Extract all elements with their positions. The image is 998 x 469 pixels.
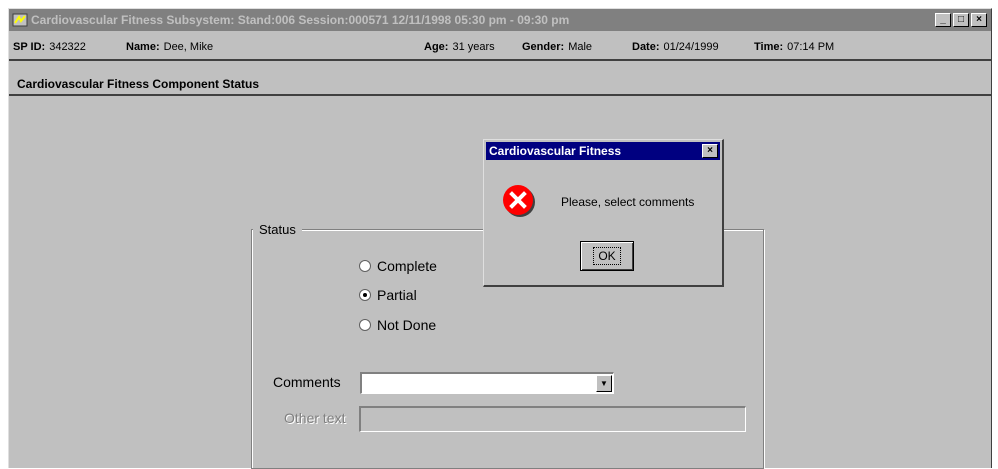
radio-partial-circle[interactable]	[359, 289, 371, 301]
radio-not-done-circle[interactable]	[359, 319, 371, 331]
radio-not-done-label: Not Done	[377, 317, 437, 333]
close-button[interactable]: ×	[971, 13, 987, 27]
app-icon	[12, 13, 28, 27]
radio-partial[interactable]: Partial	[359, 286, 417, 304]
dialog-title: Cardiovascular Fitness	[489, 144, 622, 158]
patient-name: Name: Dee, Mike	[126, 41, 214, 53]
dropdown-arrow-icon[interactable]: ▼	[596, 375, 612, 392]
radio-complete-circle[interactable]	[359, 260, 371, 272]
radio-complete-label: Complete	[377, 258, 437, 274]
title-bar: Cardiovascular Fitness Subsystem: Stand:…	[9, 9, 991, 31]
patient-gender: Gender: Male	[522, 41, 593, 53]
dialog-message: Please, select comments	[561, 195, 695, 209]
other-text-field	[359, 406, 746, 432]
patient-info-bar: SP ID: 342322 Name: Dee, Mike Age: 31 years…	[9, 31, 991, 61]
error-dialog: Cardiovascular Fitness × Please, select …	[483, 139, 724, 287]
sp-id: SP ID: 342322	[13, 41, 86, 53]
other-text-label: Other text	[284, 410, 346, 426]
section-title: Cardiovascular Fitness Component Status	[17, 77, 260, 91]
section-divider	[9, 94, 991, 96]
dialog-close-button[interactable]: ×	[702, 144, 718, 158]
ok-button[interactable]: OK	[580, 241, 634, 271]
dialog-title-bar: Cardiovascular Fitness ×	[486, 142, 720, 160]
minimize-button[interactable]: _	[935, 13, 951, 27]
radio-partial-label: Partial	[377, 287, 417, 303]
patient-age: Age: 31 years	[424, 41, 495, 53]
radio-not-done[interactable]: Not Done	[359, 316, 436, 334]
visit-date: Date: 01/24/1999	[632, 41, 719, 53]
comments-label: Comments	[273, 374, 341, 390]
error-icon	[503, 185, 535, 217]
status-legend: Status	[253, 222, 302, 237]
window-title: Cardiovascular Fitness Subsystem: Stand:…	[31, 13, 570, 27]
radio-complete[interactable]: Complete	[359, 257, 437, 275]
ok-button-label: OK	[593, 247, 621, 265]
main-window: Cardiovascular Fitness Subsystem: Stand:…	[8, 8, 992, 469]
maximize-button[interactable]: □	[953, 13, 969, 27]
comments-dropdown[interactable]: ▼	[360, 372, 614, 394]
visit-time: Time: 07:14 PM	[754, 41, 835, 53]
